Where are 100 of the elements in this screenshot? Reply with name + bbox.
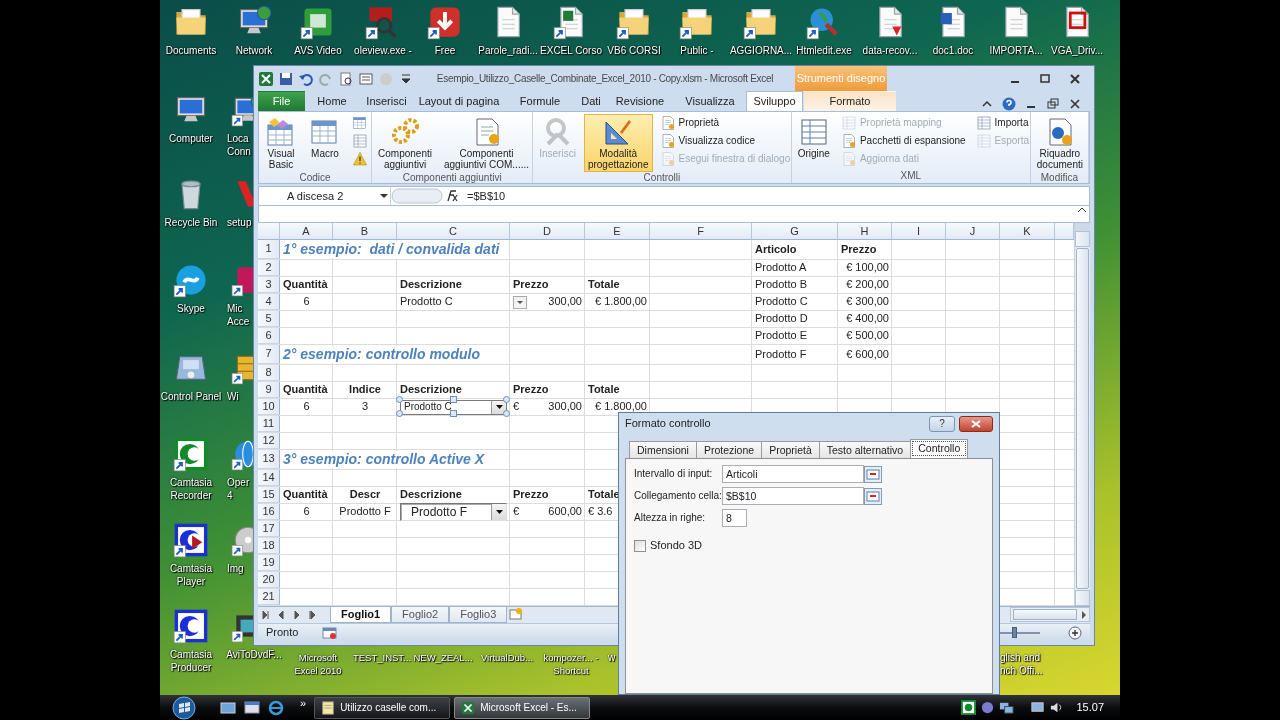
zoom-in-button[interactable] xyxy=(1068,625,1082,640)
row-header[interactable]: 7 xyxy=(258,345,280,364)
column-header[interactable]: H xyxy=(838,223,892,240)
icon-label[interactable]: VGA_Driv... xyxy=(1051,44,1103,57)
icon-label[interactable]: Loca Conn xyxy=(227,132,253,158)
ribbon-button[interactable]: Macro xyxy=(305,114,345,161)
ribbon-tab[interactable]: Revisione xyxy=(606,91,674,111)
column-header[interactable]: F xyxy=(650,223,752,240)
chat-icon[interactable] xyxy=(173,262,209,298)
icon-label[interactable]: Wi xyxy=(227,390,253,403)
icon-label[interactable]: Documents xyxy=(165,44,217,57)
input-field[interactable]: 8 xyxy=(722,509,747,527)
row-header[interactable]: 11 xyxy=(258,416,280,432)
ribbon-tab[interactable]: Formato xyxy=(804,91,896,111)
app-icon[interactable] xyxy=(961,700,977,715)
row-header[interactable]: 15 xyxy=(258,487,280,503)
ribbon-tab[interactable]: Visualizza xyxy=(675,91,745,111)
ribbon-tab[interactable]: Home xyxy=(306,91,358,111)
scroll-thumb[interactable] xyxy=(1013,609,1077,620)
ribbon-button[interactable]: Riquadro documenti xyxy=(1032,114,1087,172)
macro-record-icon[interactable] xyxy=(322,625,338,640)
help-icon[interactable] xyxy=(1002,97,1016,111)
icon-label[interactable]: Skype xyxy=(160,302,222,315)
ribbon-tab[interactable]: Inserisci xyxy=(359,91,414,111)
ribbon-tab[interactable]: Layout di pagina xyxy=(415,91,503,111)
column-header[interactable]: D xyxy=(510,223,585,240)
scroll-right-icon[interactable] xyxy=(1079,609,1089,620)
monitor-icon[interactable] xyxy=(1030,700,1046,715)
dropdown-button[interactable] xyxy=(491,400,506,414)
icon-label[interactable]: Free xyxy=(434,44,456,57)
checkbox[interactable] xyxy=(634,539,646,552)
column-header[interactable]: A xyxy=(280,223,333,240)
ribbon-button[interactable]: Modalità progettazione xyxy=(583,114,653,172)
row-header[interactable]: 17 xyxy=(258,521,280,537)
row-header[interactable]: 5 xyxy=(258,311,280,327)
icon-label[interactable]: oleview.exe - xyxy=(354,44,412,57)
range-select-button[interactable] xyxy=(864,487,882,505)
ribbon-tab[interactable]: Formule xyxy=(504,91,576,111)
maximize-button[interactable] xyxy=(1038,71,1052,86)
ribbon-button[interactable]: Visual Basic xyxy=(261,114,301,172)
window-icon[interactable] xyxy=(244,699,260,716)
globe-icon[interactable] xyxy=(980,700,996,715)
close-button[interactable] xyxy=(1068,97,1082,111)
icon-label[interactable]: EXCEL Corso xyxy=(540,44,602,57)
row-header[interactable]: 8 xyxy=(258,365,280,381)
taskbar-button[interactable]: Microsoft Excel - Es... xyxy=(454,696,591,719)
row-header[interactable]: 14 xyxy=(258,470,280,486)
help-button[interactable]: ? xyxy=(929,416,955,432)
ribbon-button[interactable]: Proprietà xyxy=(656,114,794,132)
icon-label[interactable]: doc1.doc xyxy=(932,44,974,57)
icon-label[interactable]: AGGIORNA... xyxy=(729,44,793,57)
icon-label[interactable]: Network xyxy=(235,44,273,57)
app-logo-icon[interactable] xyxy=(258,70,274,87)
previous-sheet-button[interactable] xyxy=(277,610,287,620)
ribbon-button[interactable]: Componenti aggiuntivi COM...... xyxy=(440,114,533,172)
input-field[interactable]: $B$10 xyxy=(722,487,864,505)
range-select-button[interactable] xyxy=(864,465,882,483)
ribbon-button[interactable]: Visualizza codice xyxy=(656,132,794,150)
sheet-tab[interactable]: Foglio2 xyxy=(391,607,450,623)
row-header[interactable]: 12 xyxy=(258,433,280,449)
ribbon-tab[interactable]: Dati xyxy=(577,91,605,111)
input-field[interactable]: Articoli xyxy=(722,465,864,483)
icon-label[interactable]: Recycle Bin xyxy=(160,216,222,229)
column-header[interactable]: G xyxy=(752,223,838,240)
icon-label[interactable]: data-recov... xyxy=(862,44,918,57)
icon-label[interactable]: Oper 4 xyxy=(227,476,253,502)
scroll-thumb[interactable] xyxy=(1076,248,1089,589)
row-header[interactable]: 16 xyxy=(258,504,280,520)
icon-label[interactable]: Img xyxy=(227,562,253,575)
row-header[interactable]: 6 xyxy=(258,328,280,344)
ribbon-tab[interactable]: Sviluppo xyxy=(746,91,803,111)
app-icon[interactable] xyxy=(173,522,209,558)
column-header[interactable]: I xyxy=(892,223,946,240)
dialog-tab[interactable]: Proprietà xyxy=(761,441,820,458)
vertical-scrollbar[interactable] xyxy=(1074,223,1090,606)
first-sheet-button[interactable] xyxy=(261,610,271,620)
icon-label[interactable]: Camtasia Player xyxy=(160,562,222,588)
column-header[interactable]: K xyxy=(1000,223,1055,240)
ribbon-button[interactable]: Pacchetti di espansione xyxy=(837,132,969,150)
taskbar-button[interactable]: Utilizzo caselle com... xyxy=(314,696,451,719)
start-button[interactable] xyxy=(172,695,196,720)
row-header[interactable]: 9 xyxy=(258,382,280,398)
icon-label[interactable]: Computer xyxy=(160,132,222,145)
globe-icon[interactable] xyxy=(268,699,284,716)
close-button[interactable] xyxy=(959,416,993,432)
ribbon-tab[interactable]: File xyxy=(258,91,305,111)
desktop-icon[interactable] xyxy=(220,699,236,716)
column-header[interactable]: C xyxy=(397,223,510,240)
row-header[interactable]: 10 xyxy=(258,399,280,415)
icon-label[interactable]: VB6 CORSI xyxy=(607,44,661,57)
column-header[interactable]: B xyxy=(333,223,397,240)
dialog-tab[interactable]: Dimensioni xyxy=(629,441,697,458)
sheet-tab[interactable]: Foglio1 xyxy=(330,607,392,623)
restore-button[interactable] xyxy=(1046,97,1060,111)
icon-label[interactable]: Control Panel xyxy=(160,390,222,403)
row-header[interactable]: 13 xyxy=(258,450,280,469)
close-button[interactable] xyxy=(1068,71,1082,86)
dropdown-button[interactable] xyxy=(513,295,527,309)
row-header[interactable]: 20 xyxy=(258,572,280,588)
icon-label[interactable]: setup xyxy=(227,216,253,229)
